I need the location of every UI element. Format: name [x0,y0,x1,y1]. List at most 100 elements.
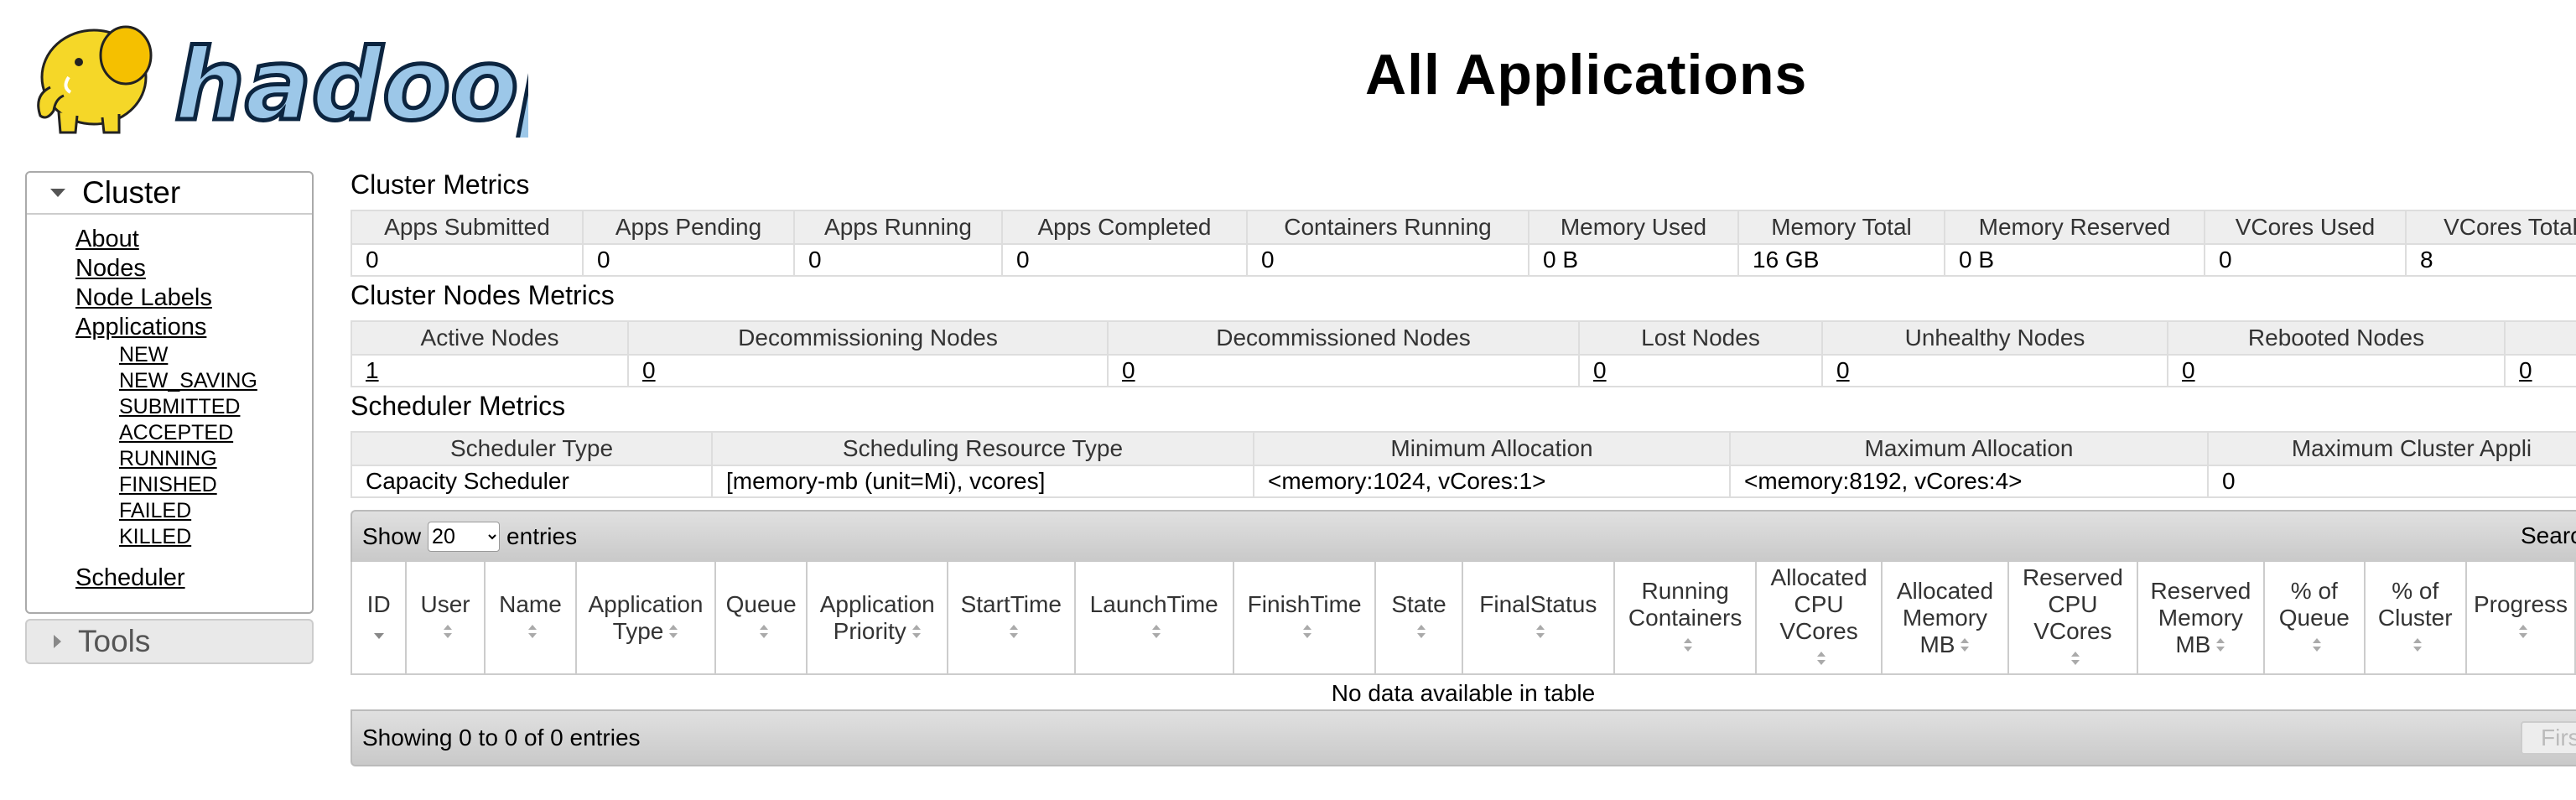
cluster-metrics-value-row: 0 0 0 0 0 0 B 16 GB 0 B 0 8 [351,243,2576,277]
column-header-id[interactable]: ID [350,562,408,675]
column-header-allocated-memory-mb[interactable]: Allocated Memory MB [1880,562,2010,675]
node-metric-header: Decommissioned Nodes [1107,320,1580,356]
page-header: hadoop All Applications [0,0,2576,159]
nav-link-state-new-saving[interactable]: NEW_SAVING [119,368,257,394]
unhealthy-nodes-link[interactable]: 0 [1836,357,1850,383]
tools-label: Tools [78,624,151,658]
nav-link-node-labels[interactable]: Node Labels [75,283,257,313]
nodes-link[interactable]: 0 [2519,357,2532,383]
sort-icon [2312,638,2322,653]
column-header-running-containers[interactable]: Running Containers [1613,562,1758,675]
sidebar-tools-panel[interactable]: Tools [25,619,314,664]
nav-link-state-accepted[interactable]: ACCEPTED [119,420,257,446]
metric-header: Apps Completed [1001,210,1248,245]
metric-value: 16 GB [1737,243,1945,277]
metric-header: VCores Total [2405,210,2576,245]
column-header-name[interactable]: Name [483,562,578,675]
scheduler-metric-value: <memory:1024, vCores:1> [1253,465,1731,498]
nav-link-state-killed[interactable]: KILLED [119,524,257,550]
sort-icon [2412,638,2423,653]
sort-icon [911,625,922,640]
scheduler-metrics-title: Scheduler Metrics [351,391,566,421]
nav-link-about[interactable]: About [75,225,257,254]
column-header-reserved-memory-mb[interactable]: Reserved Memory MB [2136,562,2266,675]
nav-link-state-finished[interactable]: FINISHED [119,472,257,498]
sort-icon [1683,638,1693,653]
column-header-launch-time[interactable]: LaunchTime [1073,562,1234,675]
nav-link-state-failed[interactable]: FAILED [119,498,257,524]
column-header-finish-time[interactable]: FinishTime [1232,562,1377,675]
metric-value: 0 [582,243,795,277]
scheduler-metric-value: <memory:8192, vCores:4> [1729,465,2209,498]
application-states-list: NEW NEW_SAVING SUBMITTED ACCEPTED RUNNIN… [119,342,257,550]
sort-icon [2215,638,2225,653]
metric-value: 0 [2204,243,2407,277]
column-header-queue[interactable]: Queue [714,562,808,675]
node-metrics-value-row: 1 0 0 0 0 0 0 [351,354,2576,387]
empty-table-row: No data available in table [351,674,2575,712]
first-page-button[interactable]: First [2521,721,2576,755]
cluster-label: Cluster [82,175,181,210]
page-length-select[interactable]: 20 [428,522,501,552]
column-header-application-priority[interactable]: Application Priority [806,562,948,675]
column-header-percent-of-cluster[interactable]: % of Cluster [2363,562,2467,675]
column-header-start-time[interactable]: StartTime [947,562,1076,675]
metric-header: Memory Total [1737,210,1945,245]
sort-icon [527,625,538,640]
metric-value: 0 [1246,243,1530,277]
scheduler-metrics-value-row: Capacity Scheduler [memory-mb (unit=Mi),… [351,465,2576,498]
rebooted-nodes-link[interactable]: 0 [2182,357,2195,383]
sort-icon [2070,652,2080,667]
nav-link-state-new[interactable]: NEW [119,342,257,368]
nav-link-state-running[interactable]: RUNNING [119,446,257,472]
sort-icon [1151,625,1161,640]
column-header-application-type[interactable]: Application Type [575,562,716,675]
lost-nodes-link[interactable]: 0 [1593,357,1607,383]
scheduler-metric-header: Maximum Cluster Appli [2207,431,2576,466]
hadoop-logo[interactable]: hadoop [25,12,528,138]
column-header-state[interactable]: State [1374,562,1463,675]
node-metric-header: Rebooted Nodes [2167,320,2506,356]
decommissioning-nodes-link[interactable]: 0 [642,357,656,383]
sort-descending-icon [373,632,384,639]
tools-section-header[interactable]: Tools [27,621,312,662]
scheduler-metric-value: Capacity Scheduler [351,465,713,498]
sidebar-cluster-panel: Cluster About Nodes Node Labels Applicat… [25,171,314,614]
metric-value: 0 [351,243,584,277]
nav-link-state-submitted[interactable]: SUBMITTED [119,394,257,420]
column-header-reserved-cpu-vcores[interactable]: Reserved CPU VCores [2007,562,2138,675]
sort-icon [1816,652,1826,667]
sort-icon [1416,625,1426,640]
metric-value: 8 [2405,243,2576,277]
decommissioned-nodes-link[interactable]: 0 [1122,357,1135,383]
column-header-user[interactable]: User [405,562,486,675]
elephant-icon [37,25,153,134]
node-metrics-header-row: Active Nodes Decommissioning Nodes Decom… [351,320,2576,356]
entries-label: entries [506,523,578,549]
scheduler-metric-header: Scheduling Resource Type [711,431,1254,466]
sort-icon [443,625,453,640]
sort-icon [1302,625,1312,640]
nav-link-applications[interactable]: Applications [75,313,257,342]
collapse-triangle-icon [50,189,65,197]
show-label: Show [362,523,422,549]
column-header-percent-of-queue[interactable]: % of Queue [2263,562,2366,675]
node-metrics-title: Cluster Nodes Metrics [351,280,615,310]
column-header-allocated-cpu-vcores[interactable]: Allocated CPU VCores [1755,562,1883,675]
scheduler-metrics-header-row: Scheduler Type Scheduling Resource Type … [351,431,2576,466]
cluster-section-header[interactable]: Cluster [27,173,312,215]
metric-value: 0 [1001,243,1248,277]
nav-link-nodes[interactable]: Nodes [75,254,257,283]
search-label: Searc [2521,522,2576,548]
page-title: All Applications [1365,43,1808,106]
apps-table-footer: Showing 0 to 0 of 0 entries First [351,709,2576,766]
active-nodes-link[interactable]: 1 [366,357,379,383]
column-header-final-status[interactable]: FinalStatus [1461,562,1615,675]
node-metric-header [2504,320,2576,356]
sort-icon [668,625,678,640]
metric-header: Containers Running [1246,210,1530,245]
metric-value: 0 B [1944,243,2205,277]
cluster-metrics-header-row: Apps Submitted Apps Pending Apps Running… [351,210,2576,245]
column-header-progress[interactable]: Progress [2464,562,2576,675]
nav-link-scheduler[interactable]: Scheduler [75,564,257,593]
